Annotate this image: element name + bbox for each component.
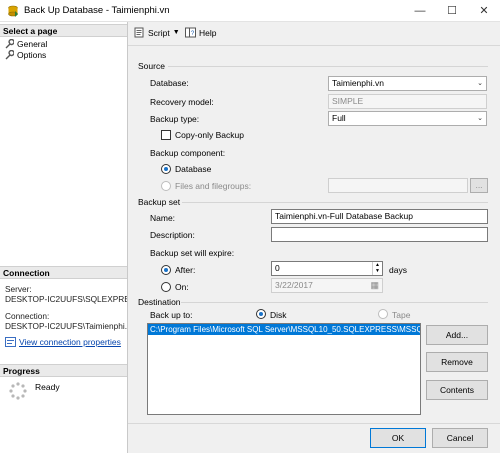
destination-list[interactable]: C:\Program Files\Microsoft SQL Server\MS… — [147, 323, 421, 415]
calendar-icon: ▦ — [370, 280, 379, 290]
backup-to-label: Back up to: — [150, 310, 193, 320]
name-label: Name: — [150, 213, 176, 223]
script-button[interactable]: Script ▼ — [134, 27, 180, 38]
backup-type-value: Full — [332, 113, 346, 123]
help-button[interactable]: ? Help — [185, 27, 216, 38]
description-label: Description: — [150, 230, 195, 240]
backup-set-group-label: Backup set — [138, 197, 181, 207]
view-connection-link-row[interactable]: View connection properties — [5, 337, 121, 347]
disk-label: Disk — [270, 310, 287, 320]
server-value: DESKTOP-IC2UUFS\SQLEXPRE — [5, 294, 127, 304]
description-input[interactable] — [271, 227, 488, 242]
expire-on-radio[interactable] — [161, 282, 171, 292]
copy-only-checkbox[interactable] — [161, 130, 171, 140]
recovery-model-label: Recovery model: — [150, 97, 214, 107]
progress-spinner-icon — [9, 382, 27, 400]
days-label: days — [389, 265, 407, 275]
expire-label: Backup set will expire: — [150, 248, 235, 258]
expire-days-input[interactable]: 0 — [271, 261, 383, 276]
files-filegroups-field — [328, 178, 468, 193]
connection-properties-icon — [5, 337, 16, 347]
database-backup-icon — [8, 5, 18, 17]
recovery-model-field: SIMPLE — [328, 94, 487, 109]
left-pane: Select a page General Options Connection… — [0, 22, 128, 453]
connection-label: Connection: — [5, 311, 50, 321]
remove-destination-button[interactable]: Remove — [426, 352, 488, 372]
database-radio[interactable] — [161, 164, 171, 174]
chevron-down-icon[interactable]: ▼ — [173, 29, 180, 36]
cancel-button[interactable]: Cancel — [432, 428, 488, 448]
source-divider — [168, 66, 488, 67]
view-connection-properties-link[interactable]: View connection properties — [19, 337, 121, 347]
files-filegroups-label: Files and filegroups: — [175, 181, 252, 191]
disk-radio[interactable] — [256, 309, 266, 319]
wrench-icon — [5, 50, 14, 60]
progress-header: Progress — [0, 364, 127, 377]
database-label: Database: — [150, 78, 189, 88]
script-icon — [134, 27, 144, 38]
ok-button[interactable]: OK — [370, 428, 426, 448]
files-filegroups-radio[interactable] — [161, 181, 171, 191]
expire-date-picker[interactable]: 3/22/2017 ▦ — [271, 278, 383, 293]
tape-radio[interactable] — [378, 309, 388, 319]
database-select[interactable]: Taimienphi.vn ⌄ — [328, 76, 487, 91]
server-label: Server: — [5, 284, 32, 294]
after-label: After: — [175, 265, 196, 275]
backup-name-input[interactable]: Taimienphi.vn-Full Database Backup — [271, 209, 488, 224]
add-destination-button[interactable]: Add... — [426, 325, 488, 345]
backup-type-label: Backup type: — [150, 114, 200, 124]
copy-only-label: Copy-only Backup — [175, 130, 244, 140]
toolbar: Script ▼ ? Help — [128, 22, 500, 46]
window-title: Back Up Database - Taimienphi.vn — [24, 5, 170, 16]
minimize-button[interactable]: — — [405, 0, 435, 22]
contents-button[interactable]: Contents — [426, 380, 488, 400]
connection-value: DESKTOP-IC2UUFS\Taimienphi. — [5, 321, 127, 331]
days-stepper[interactable]: ▲ ▼ — [372, 262, 382, 275]
maximize-button[interactable]: ☐ — [437, 0, 467, 22]
title-bar: Back Up Database - Taimienphi.vn — ☐ ✕ — [0, 0, 500, 22]
page-item-options[interactable]: Options — [4, 49, 46, 61]
progress-status: Ready — [35, 382, 60, 392]
destination-divider — [181, 302, 488, 303]
backup-component-label: Backup component: — [150, 148, 226, 158]
database-select-value: Taimienphi.vn — [332, 78, 384, 88]
close-window-button[interactable]: ✕ — [469, 0, 499, 22]
destination-list-item[interactable]: C:\Program Files\Microsoft SQL Server\MS… — [148, 324, 420, 335]
wrench-icon — [5, 39, 14, 49]
select-page-header: Select a page — [0, 24, 127, 37]
expire-after-radio[interactable] — [161, 265, 171, 275]
destination-group-label: Destination — [138, 297, 181, 307]
chevron-down-icon: ⌄ — [477, 80, 483, 87]
script-label: Script — [148, 27, 170, 38]
chevron-down-icon: ⌄ — [477, 115, 483, 122]
database-radio-label: Database — [175, 164, 212, 174]
browse-files-button[interactable]: ... — [470, 178, 488, 193]
backup-type-select[interactable]: Full ⌄ — [328, 111, 487, 126]
connection-header: Connection — [0, 266, 127, 279]
tape-label: Tape — [392, 310, 411, 320]
page-item-label: Options — [17, 50, 47, 60]
help-label: Help — [199, 27, 217, 38]
on-label: On: — [175, 282, 189, 292]
source-group-label: Source — [138, 61, 165, 71]
backup-set-divider — [182, 202, 488, 203]
help-icon: ? — [185, 27, 196, 38]
expire-date-value: 3/22/2017 — [275, 280, 313, 290]
